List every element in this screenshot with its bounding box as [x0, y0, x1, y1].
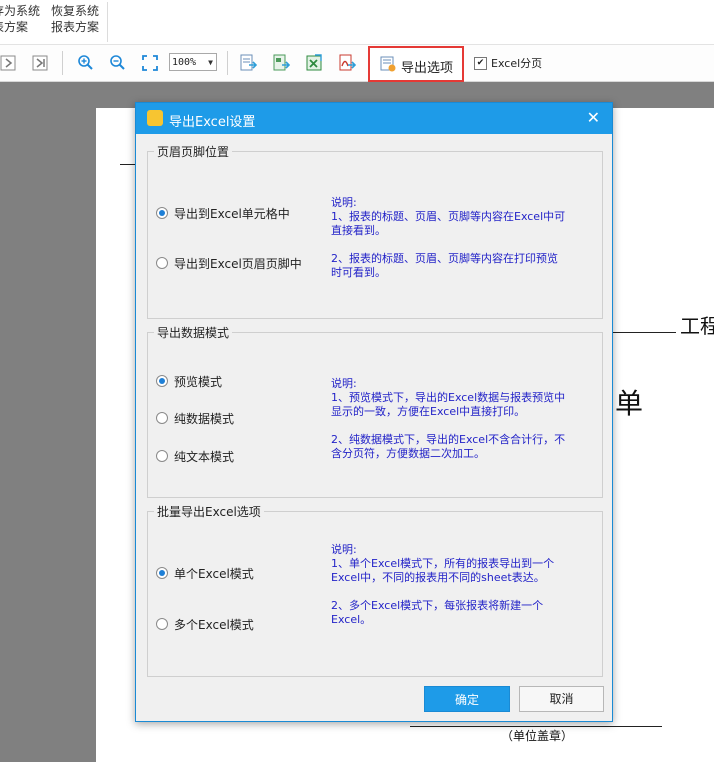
ok-button[interactable]: 确定 [424, 686, 510, 712]
group-description: 说明: 1、单个Excel模式下，所有的报表导出到一个 Excel中，不同的报表… [331, 543, 597, 627]
description-heading: 说明: [331, 196, 357, 209]
export-options-label: 导出选项 [401, 61, 454, 76]
group-title: 批量导出Excel选项 [154, 503, 264, 520]
export-options-icon [380, 56, 396, 72]
zoom-out-icon[interactable] [108, 54, 126, 72]
restore-system-scheme-button[interactable]: 恢复系统 报表方案 [51, 3, 107, 35]
excel-paging-label: Excel分页 [491, 57, 543, 70]
description-line: Excel中，不同的报表用不同的sheet表达。 [331, 571, 545, 584]
radio-label: 导出到Excel页眉页脚中 [174, 257, 302, 271]
seal-label: （单位盖章） [501, 729, 574, 743]
menu-item-line2: 报表方案 [51, 20, 100, 34]
radio-label: 单个Excel模式 [174, 567, 254, 581]
toolbar: 100% ▼ 导出选项 ✔ Excel分页 [0, 45, 714, 82]
batch-export-excel-group: 批量导出Excel选项 单个Excel模式 多个Excel模式 说明: 1、单个… [147, 503, 603, 677]
description-line: 含分页符，方便数据二次加工。 [331, 447, 485, 460]
checkbox-checked-icon: ✔ [474, 57, 487, 70]
group-title: 导出数据模式 [154, 324, 233, 341]
toolbar-divider [62, 51, 63, 75]
report-title-char: 单 [615, 387, 644, 420]
description-line: 1、报表的标题、页眉、页脚等内容在Excel中可 [331, 210, 566, 223]
next-page-icon[interactable] [0, 54, 18, 72]
radio-selected-icon [156, 375, 168, 387]
report-title-fragment: 工程 [680, 314, 714, 338]
dialog-title: 导出Excel设置 [169, 115, 256, 130]
save-as-system-scheme-button[interactable]: 存为系统 表方案 [0, 3, 50, 35]
description-line: 直接看到。 [331, 224, 386, 237]
radio-unselected-icon [156, 412, 168, 424]
description-line: Excel。 [331, 613, 372, 626]
header-footer-position-group: 页眉页脚位置 导出到Excel单元格中 导出到Excel页眉页脚中 说明: 1、… [147, 143, 603, 319]
radio-selected-icon [156, 567, 168, 579]
export-pdf-icon[interactable] [338, 54, 356, 72]
description-line: 2、多个Excel模式下，每张报表将新建一个 [331, 599, 544, 612]
radio-unselected-icon [156, 450, 168, 462]
radio-label: 多个Excel模式 [174, 618, 254, 632]
menu-item-line1: 恢复系统 [51, 4, 100, 18]
description-line: 2、纯数据模式下，导出的Excel不含合计行，不 [331, 433, 566, 446]
zoom-value: 100% [172, 57, 197, 68]
zoom-in-icon[interactable] [76, 54, 94, 72]
description-line [331, 419, 597, 433]
menu-divider [107, 2, 108, 42]
description-line: 时可看到。 [331, 266, 386, 279]
radio-selected-icon [156, 207, 168, 219]
cancel-button[interactable]: 取消 [519, 686, 604, 712]
radio-unselected-icon [156, 618, 168, 630]
menu-item-line1: 存为系统 [0, 4, 41, 18]
radio-label: 导出到Excel单元格中 [174, 207, 290, 221]
description-line: 2、报表的标题、页眉、页脚等内容在打印预览 [331, 252, 558, 265]
data-export-mode-group: 导出数据模式 预览模式 纯数据模式 纯文本模式 说明: 1、预览模式下，导出的E… [147, 324, 603, 498]
radio-unselected-icon [156, 257, 168, 269]
last-page-icon[interactable] [32, 54, 50, 72]
toolbar-divider [227, 51, 228, 75]
dialog-titlebar[interactable]: 导出Excel设置 ✕ [136, 103, 612, 134]
export-image-icon[interactable] [272, 54, 290, 72]
close-icon[interactable]: ✕ [587, 108, 600, 127]
description-line: 1、单个Excel模式下，所有的报表导出到一个 [331, 557, 555, 570]
app-icon [147, 110, 163, 126]
radio-label: 预览模式 [174, 375, 223, 389]
export-options-button[interactable]: 导出选项 [368, 46, 464, 82]
group-description: 说明: 1、报表的标题、页眉、页脚等内容在Excel中可 直接看到。 2、报表的… [331, 196, 597, 280]
group-description: 说明: 1、预览模式下，导出的Excel数据与报表预览中 显示的一致，方便在Ex… [331, 377, 597, 461]
export-excel-icon[interactable] [305, 54, 323, 72]
zoom-select[interactable]: 100% ▼ [169, 53, 217, 71]
description-line: 显示的一致，方便在Excel中直接打印。 [331, 405, 526, 418]
fit-page-icon[interactable] [141, 54, 159, 72]
description-heading: 说明: [331, 377, 357, 390]
group-title: 页眉页脚位置 [154, 143, 233, 160]
chevron-down-icon: ▼ [208, 58, 213, 67]
export-page-icon[interactable] [239, 54, 257, 72]
radio-label: 纯文本模式 [174, 450, 235, 464]
description-heading: 说明: [331, 543, 357, 556]
radio-label: 纯数据模式 [174, 412, 235, 426]
description-line: 1、预览模式下，导出的Excel数据与报表预览中 [331, 391, 566, 404]
menu-item-line2: 表方案 [0, 20, 29, 34]
description-line [331, 238, 597, 252]
export-excel-dialog: 导出Excel设置 ✕ 页眉页脚位置 导出到Excel单元格中 导出到Excel… [135, 102, 613, 722]
top-menu: 存为系统 表方案 恢复系统 报表方案 [0, 0, 714, 45]
description-line [331, 585, 597, 599]
